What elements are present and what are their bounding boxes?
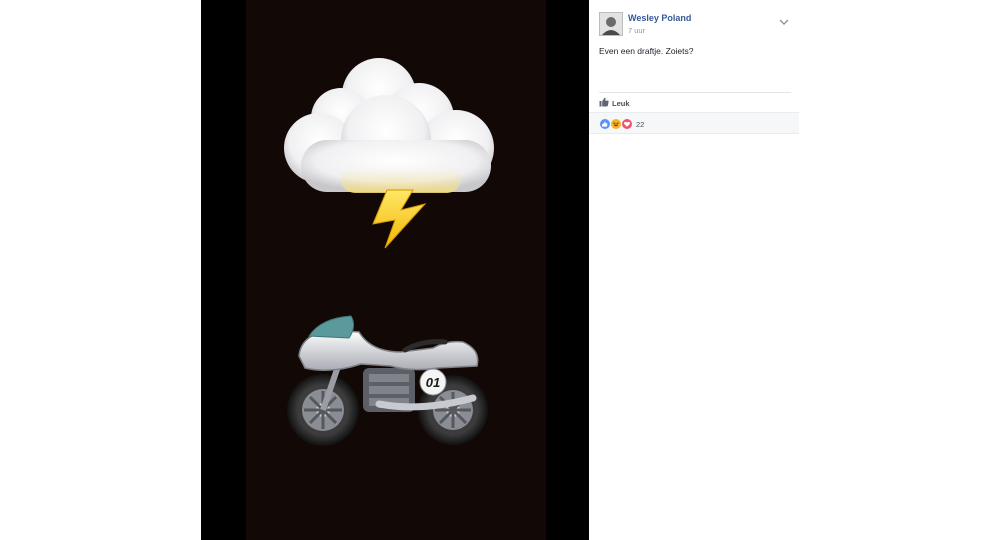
like-label: Leuk	[612, 98, 630, 108]
facebook-post-viewer: 01 Wesley Poland 7 uur Even een draftje.…	[0, 0, 995, 540]
post-sidebar: Wesley Poland 7 uur Even een draftje. Zo…	[589, 0, 799, 540]
reaction-summary[interactable]: 22	[599, 118, 644, 130]
thumbs-up-icon	[599, 94, 609, 112]
cloud-with-lightning-icon	[284, 58, 494, 249]
avatar[interactable]	[599, 12, 623, 36]
divider	[599, 92, 791, 93]
racing-motorcycle-icon: 01	[287, 315, 488, 446]
reaction-count: 22	[636, 119, 645, 129]
post-timestamp[interactable]: 7 uur	[628, 26, 645, 35]
post-message: Even een draftje. Zoiets?	[599, 46, 694, 56]
media-artwork: 01	[284, 58, 494, 446]
post-media[interactable]: 01	[201, 0, 589, 540]
reactions-bar: 22	[589, 112, 799, 134]
chevron-down-icon[interactable]	[779, 13, 789, 25]
love-icon	[621, 118, 633, 130]
like-button[interactable]: Leuk	[599, 97, 630, 109]
author-name[interactable]: Wesley Poland	[628, 13, 691, 23]
race-number: 01	[426, 375, 440, 390]
